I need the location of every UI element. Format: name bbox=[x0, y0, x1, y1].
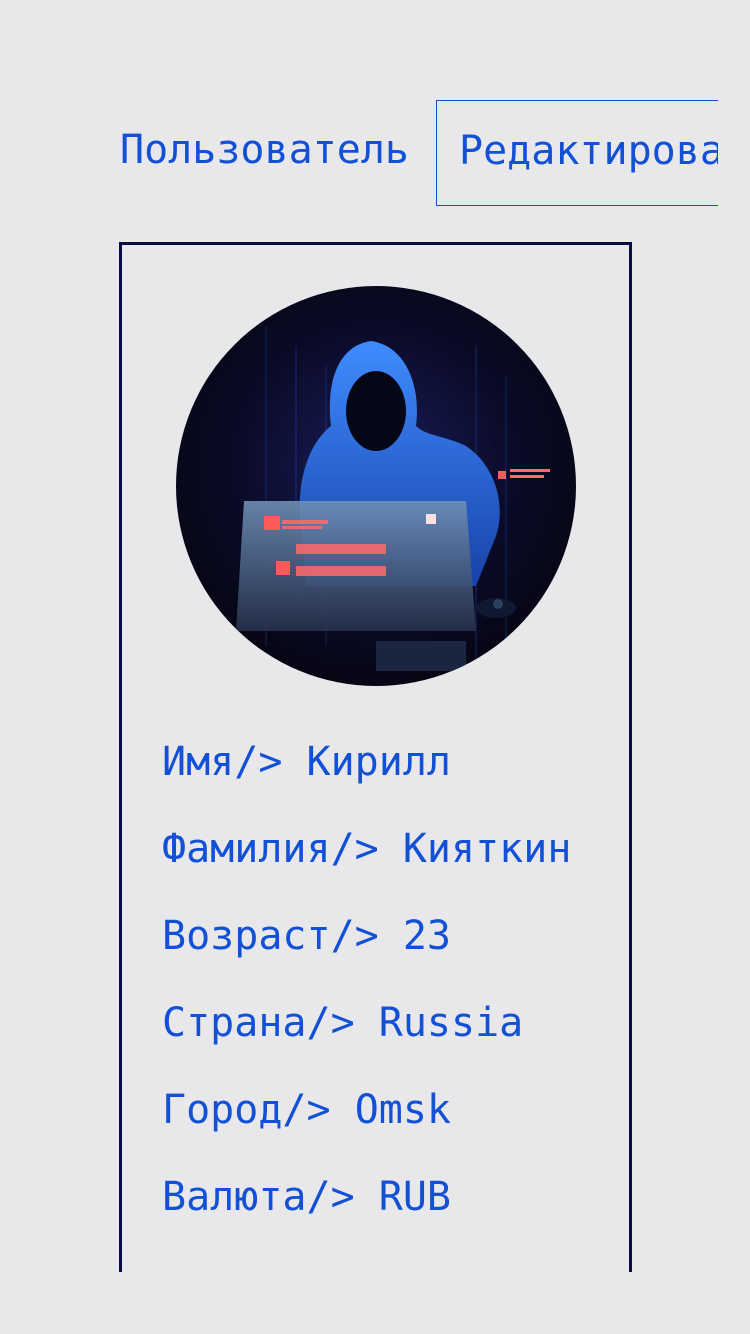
field-separator: /> bbox=[282, 1087, 331, 1133]
field-label: Валюта bbox=[162, 1174, 307, 1220]
avatar bbox=[176, 286, 576, 686]
field-label: Страна bbox=[162, 1000, 307, 1046]
field-value: Кирилл bbox=[306, 739, 452, 785]
hooded-hacker-avatar-icon bbox=[176, 286, 576, 686]
field-city: Город/> Omsk bbox=[162, 1080, 590, 1167]
field-separator: /> bbox=[234, 739, 283, 785]
tab-edit-label: Редактирование bbox=[459, 128, 718, 174]
profile-info-list: Имя/> Кирилл Фамилия/> Кияткин Возраст/>… bbox=[162, 732, 590, 1254]
field-value: 23 bbox=[402, 913, 452, 959]
field-label: Город bbox=[162, 1087, 283, 1133]
tab-edit[interactable]: Редактирование bbox=[436, 100, 718, 206]
field-label: Имя bbox=[162, 739, 235, 785]
field-last-name: Фамилия/> Кияткин bbox=[162, 819, 590, 906]
tab-user[interactable]: Пользователь bbox=[120, 125, 436, 175]
field-age: Возраст/> 23 bbox=[162, 906, 590, 993]
field-first-name: Имя/> Кирилл bbox=[162, 732, 590, 819]
profile-card: Имя/> Кирилл Фамилия/> Кияткин Возраст/>… bbox=[119, 242, 632, 1272]
field-value: Russia bbox=[378, 1000, 524, 1046]
field-separator: /> bbox=[330, 826, 379, 872]
field-label: Фамилия bbox=[162, 826, 331, 872]
profile-screen: Пользователь Редактирование bbox=[0, 0, 750, 1334]
field-value: Кияткин bbox=[402, 826, 572, 872]
field-value: RUB bbox=[378, 1174, 452, 1220]
field-value: Omsk bbox=[354, 1087, 452, 1133]
field-country: Страна/> Russia bbox=[162, 993, 590, 1080]
field-separator: /> bbox=[306, 1174, 355, 1220]
tab-user-label: Пользователь bbox=[120, 127, 409, 173]
field-separator: /> bbox=[306, 1000, 355, 1046]
field-label: Возраст bbox=[162, 913, 331, 959]
field-separator: /> bbox=[330, 913, 379, 959]
field-currency: Валюта/> RUB bbox=[162, 1167, 590, 1254]
